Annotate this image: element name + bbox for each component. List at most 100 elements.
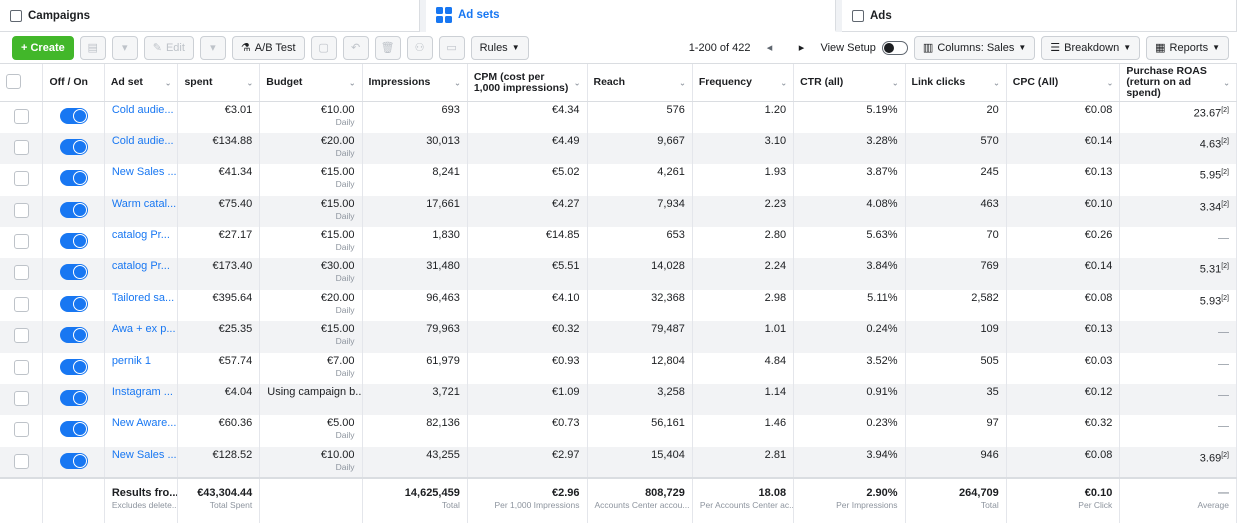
header-budget[interactable]: Budget ⌄ (259, 64, 363, 102)
adset-name-link[interactable]: catalog Pr... (112, 229, 170, 241)
table-row[interactable]: pernik 1 €57.74 €7.00 Daily 61,979 €0.93 12,80… (0, 352, 1237, 385)
tab-adsets[interactable]: Ad sets (426, 0, 836, 32)
adset-name-link[interactable]: Cold audie... (112, 104, 174, 116)
header-spent[interactable]: spent ⌄ (177, 64, 261, 102)
adset-name-link[interactable]: New Aware... (112, 417, 177, 429)
delivery-toggle[interactable] (59, 421, 88, 438)
row-checkbox[interactable] (13, 328, 29, 344)
delivery-toggle[interactable] (59, 390, 88, 407)
adset-name-link[interactable]: Cold audie... (112, 135, 174, 147)
adset-name-cell: New Aware... (104, 415, 179, 447)
header-ctr[interactable]: CTR (all) ⌄ (793, 64, 906, 102)
table-row[interactable]: New Aware... €60.36 €5.00 Daily 82,136 €0.73 5… (0, 415, 1237, 447)
header-cpc[interactable]: CPC (All) ⌄ (1006, 64, 1121, 102)
impressions-cell: 1,830 (362, 227, 468, 259)
delivery-toggle[interactable] (59, 233, 88, 250)
sort-icon: ⌄ (993, 78, 1000, 87)
header-roas[interactable]: Purchase ROAS (return on ad spend) ⌄ (1119, 64, 1237, 102)
header-link-clicks[interactable]: Link clicks ⌄ (905, 64, 1007, 102)
chevron-down-icon[interactable]: ▾ (111, 35, 138, 60)
view-setup-label: View Setup (820, 41, 876, 54)
spent-cell: €60.36 (177, 415, 261, 447)
totals-frequency: 18.08 Per Accounts Center ac... (692, 477, 795, 523)
edit-button[interactable]: ✎ Edit (143, 35, 194, 60)
clipboard-icon[interactable]: ▢ (310, 35, 337, 60)
tab-ads[interactable]: Ads (842, 0, 1237, 32)
preview-icon[interactable]: ▭ (438, 35, 465, 60)
table-row[interactable]: Awa + ex p... €25.35 €15.00 Daily 79,963 €0.3… (0, 321, 1237, 353)
undo-icon[interactable]: ↶ (342, 35, 369, 60)
adset-name-link[interactable]: Tailored sa... (112, 292, 174, 304)
row-checkbox[interactable] (13, 171, 29, 187)
ab-test-button[interactable]: ⚗ A/B Test (231, 35, 305, 60)
row-checkbox[interactable] (13, 265, 29, 281)
header-impressions[interactable]: Impressions ⌄ (362, 64, 468, 102)
table-row[interactable]: New Sales ... €128.52 €10.00 Daily 43,255 €2.… (0, 446, 1237, 479)
table-row[interactable]: catalog Pr... €27.17 €15.00 Daily 1,830 €14.8… (0, 227, 1237, 259)
row-checkbox[interactable] (13, 139, 29, 155)
header-reach[interactable]: Reach ⌄ (587, 64, 693, 102)
reports-button[interactable]: ▦ Reports ▼ (1146, 35, 1229, 60)
row-checkbox[interactable] (13, 202, 29, 218)
row-checkbox[interactable] (13, 422, 29, 438)
people-icon[interactable]: ⚇ (406, 35, 433, 60)
link-clicks-cell: 35 (905, 384, 1007, 416)
cpm-cell: €5.02 (467, 164, 588, 196)
table-row[interactable]: Warm catal... €75.40 €15.00 Daily 17,661 €4.2… (0, 195, 1237, 228)
delivery-toggle[interactable] (59, 358, 88, 375)
table-row[interactable]: Instagram ... €4.04 Using campaign b... 3,7… (0, 384, 1237, 416)
adset-name-link[interactable]: New Sales ... (112, 166, 177, 178)
adset-name-link[interactable]: Instagram ... (112, 386, 173, 398)
delivery-toggle[interactable] (59, 138, 88, 155)
ctr-cell: 0.91% (793, 384, 906, 416)
table-row[interactable]: New Sales ... €41.34 €15.00 Daily 8,241 €5.02… (0, 164, 1237, 196)
row-checkbox[interactable] (13, 234, 29, 250)
table-row[interactable]: Cold audie... €3.01 €10.00 Daily 693 €4.34 576… (0, 101, 1237, 133)
table-row[interactable]: Cold audie... €134.88 €20.00 Daily 30,013 €4.… (0, 132, 1237, 165)
row-checkbox[interactable] (13, 109, 29, 124)
tab-campaigns[interactable]: Campaigns (0, 0, 420, 32)
adset-name-link[interactable]: New Sales ... (112, 449, 177, 461)
adset-name-link[interactable]: pernik 1 (112, 355, 151, 367)
breakdown-button[interactable]: ☰ Breakdown ▼ (1041, 35, 1141, 60)
header-adset[interactable]: Ad set ⌄ (104, 64, 179, 102)
cpc-cell: €0.08 (1006, 101, 1121, 133)
roas-cell: — (1119, 352, 1237, 385)
view-setup-toggle[interactable] (881, 40, 908, 55)
delivery-toggle[interactable] (59, 170, 88, 187)
totals-label: Results fro... Excludes delete... (104, 477, 179, 523)
adset-name-link[interactable]: Awa + ex p... (112, 323, 176, 335)
ctr-cell: 3.28% (793, 132, 906, 165)
header-onoff[interactable]: Off / On (42, 64, 105, 102)
table-row[interactable]: Tailored sa... €395.64 €20.00 Daily 96,463 €4… (0, 289, 1237, 322)
ctr-cell: 3.87% (793, 164, 906, 196)
row-checkbox[interactable] (13, 296, 29, 312)
trash-icon[interactable]: 🗑 (374, 35, 401, 60)
adset-name-link[interactable]: Warm catal... (112, 198, 176, 210)
row-checkbox[interactable] (13, 391, 29, 407)
delivery-toggle[interactable] (59, 295, 88, 312)
delivery-toggle[interactable] (59, 108, 88, 124)
delivery-toggle[interactable] (59, 201, 88, 218)
columns-button[interactable]: ▥ Columns: Sales ▼ (913, 35, 1036, 60)
row-checkbox[interactable] (13, 359, 29, 375)
impressions-cell: 79,963 (362, 321, 468, 353)
next-page-icon[interactable]: ▸ (788, 36, 814, 60)
prev-page-icon[interactable]: ◂ (756, 36, 782, 60)
cpm-cell: €0.32 (467, 321, 588, 353)
create-button[interactable]: + Create (12, 35, 74, 60)
delivery-toggle[interactable] (59, 327, 88, 344)
edit-dropdown-icon[interactable]: ▾ (199, 35, 226, 60)
header-cpm[interactable]: CPM (cost per 1,000 impressions) ⌄ (467, 64, 588, 102)
cpc-cell: €0.13 (1006, 164, 1121, 196)
select-all-header[interactable] (0, 64, 44, 102)
adset-name-link[interactable]: catalog Pr... (112, 260, 170, 272)
rules-button[interactable]: Rules ▼ (470, 35, 529, 60)
delivery-toggle[interactable] (59, 264, 88, 281)
header-frequency[interactable]: Frequency ⌄ (692, 64, 795, 102)
table-row[interactable]: catalog Pr... €173.40 €30.00 Daily 31,480 €5.… (0, 258, 1237, 290)
select-all-checkbox[interactable] (6, 73, 21, 89)
row-checkbox[interactable] (13, 453, 29, 469)
delivery-toggle[interactable] (59, 452, 88, 469)
duplicate-icon[interactable]: ▤ (79, 35, 106, 60)
